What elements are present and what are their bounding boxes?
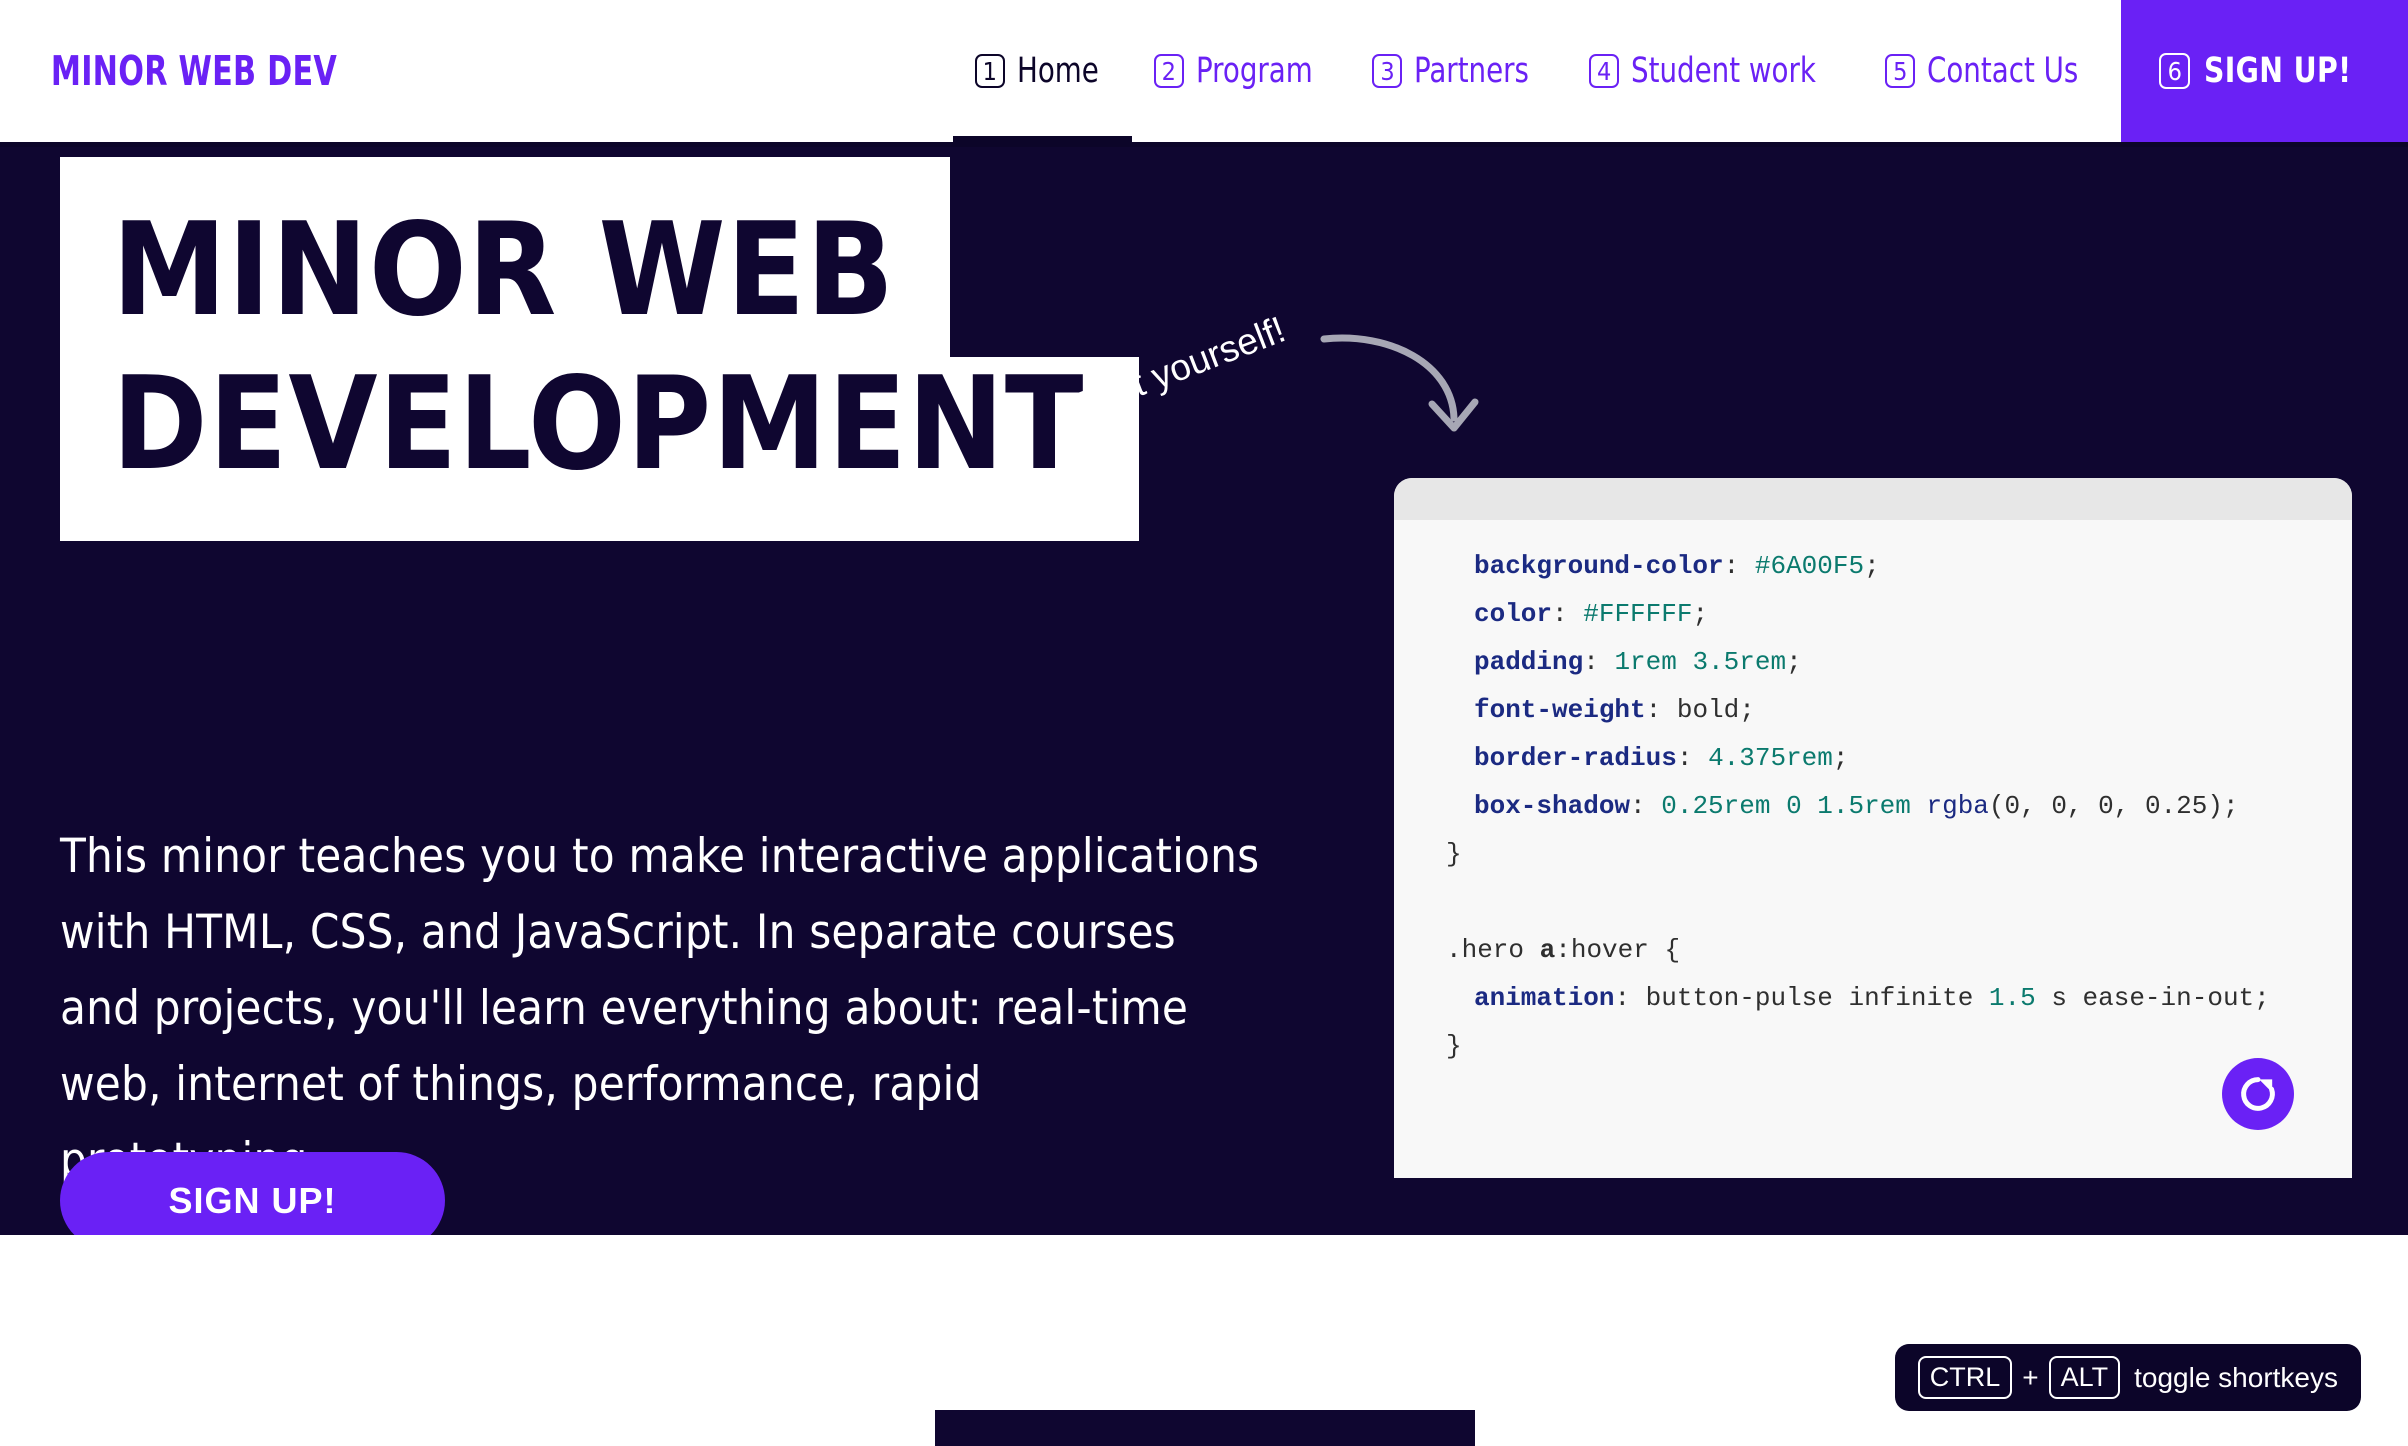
code-token-val: 1rem 3.5rem [1614,647,1786,677]
key-plus-separator: + [2022,1362,2038,1394]
nav-item-list: 1 Home 2 Program 3 Partners 4 Student wo… [953,0,2408,142]
nav-signup-label: SIGN UP! [2204,51,2351,91]
shortkeys-label: toggle shortkeys [2134,1362,2338,1394]
code-editor-content[interactable]: background-color: #6A00F5;color: #FFFFFF… [1394,520,2352,1070]
nav-shortcut-badge-3: 3 [1372,54,1402,88]
top-navigation-bar: MINOR WEB DEV 1 Home 2 Program 3 Partner… [0,0,2408,147]
code-line-2: color: #FFFFFF; [1394,590,2352,638]
code-token-plain: } [1446,839,1462,869]
code-token-plain: (0, 0, 0, 0.25); [1989,791,2239,821]
key-alt: ALT [2049,1356,2121,1399]
code-line-11: } [1394,1022,2352,1070]
code-reset-button[interactable] [2222,1058,2294,1130]
code-token-val: 1.5 [1989,983,2036,1013]
code-token-val: 0.25rem 0 1.5rem [1661,791,1926,821]
code-editor-card: background-color: #6A00F5;color: #FFFFFF… [1394,478,2352,1178]
code-token-plain: : [1583,647,1614,677]
next-section [0,1235,2408,1446]
code-token-val: #FFFFFF [1583,599,1692,629]
next-section-heading-block [935,1410,1475,1446]
main-navigation: 1 Home 2 Program 3 Partners 4 Student wo… [411,0,2408,142]
nav-shortcut-badge-4: 4 [1589,54,1619,88]
nav-item-partners[interactable]: 3 Partners [1350,0,1567,142]
site-logo[interactable]: MINOR WEB DEV [0,0,337,142]
hero-section: MINOR WEB DEVELOPMENT This minor teaches… [0,147,2408,1235]
nav-item-contact-us[interactable]: 5 Contact Us [1863,0,2121,142]
code-editor-titlebar [1394,478,2352,520]
code-token-prop: border-radius [1474,743,1677,773]
code-token-plain: : [1724,551,1755,581]
code-token-sel: :hover { [1555,935,1680,965]
refresh-icon [2235,1071,2281,1117]
nav-shortcut-badge-6: 6 [2159,53,2190,89]
code-token-plain: ; [1786,647,1802,677]
nav-item-label-contact-us: Contact Us [1927,51,2078,91]
code-token-val: 4.375rem [1708,743,1833,773]
code-line-1: background-color: #6A00F5; [1394,542,2352,590]
code-token-prop: background-color [1474,551,1724,581]
nav-shortcut-badge-5: 5 [1885,54,1915,88]
code-token-val: #6A00F5 [1755,551,1864,581]
code-token-prop: animation [1474,983,1614,1013]
nav-shortcut-badge-1: 1 [975,54,1005,88]
curved-arrow-icon [1320,332,1480,447]
hero-title-line-2: DEVELOPMENT [60,357,1139,541]
code-line-8 [1394,878,2352,926]
key-ctrl: CTRL [1918,1356,2013,1399]
nav-item-program[interactable]: 2 Program [1132,0,1351,142]
nav-item-label-student-work: Student work [1631,51,1816,91]
code-line-7: } [1394,830,2352,878]
nav-item-label-home: Home [1017,51,1099,91]
code-token-plain: ; [1864,551,1880,581]
hero-description: This minor teaches you to make interacti… [60,819,1260,1199]
nav-item-label-program: Program [1196,51,1313,91]
hero-title: MINOR WEB DEVELOPMENT [60,157,1139,541]
code-token-plain: s ease-in-out; [2036,983,2270,1013]
code-line-10: animation: button-pulse infinite 1.5 s e… [1394,974,2352,1022]
nav-item-label-partners: Partners [1414,51,1529,91]
code-token-plain: : bold; [1646,695,1755,725]
code-token-fn: rgba [1927,791,1989,821]
code-token-plain: : [1677,743,1708,773]
code-token-selb: a [1540,935,1556,965]
code-token-plain: : button-pulse infinite [1614,983,1988,1013]
code-token-plain: ; [1692,599,1708,629]
code-token-plain: ; [1833,743,1849,773]
hero-signup-button[interactable]: SIGN UP! [60,1152,445,1235]
shortkeys-hint[interactable]: CTRL + ALT toggle shortkeys [1895,1344,2361,1411]
code-token-prop: box-shadow [1474,791,1630,821]
code-token-sel: .hero [1446,935,1540,965]
code-token-plain: : [1630,791,1661,821]
code-line-6: box-shadow: 0.25rem 0 1.5rem rgba(0, 0, … [1394,782,2352,830]
code-token-prop: font-weight [1474,695,1646,725]
nav-item-home[interactable]: 1 Home [953,0,1132,142]
nav-shortcut-badge-2: 2 [1154,54,1184,88]
code-line-3: padding: 1rem 3.5rem; [1394,638,2352,686]
code-line-5: border-radius: 4.375rem; [1394,734,2352,782]
code-token-plain: : [1552,599,1583,629]
code-token-prop: color [1474,599,1552,629]
nav-item-student-work[interactable]: 4 Student work [1567,0,1863,142]
hero-title-line-1: MINOR WEB [60,157,950,357]
code-token-prop: padding [1474,647,1583,677]
code-line-9: .hero a:hover { [1394,926,2352,974]
nav-signup-button[interactable]: 6 SIGN UP! [2121,0,2408,142]
code-line-4: font-weight: bold; [1394,686,2352,734]
code-token-plain: } [1446,1031,1462,1061]
page-root: MINOR WEB DEV 1 Home 2 Program 3 Partner… [0,0,2408,1446]
